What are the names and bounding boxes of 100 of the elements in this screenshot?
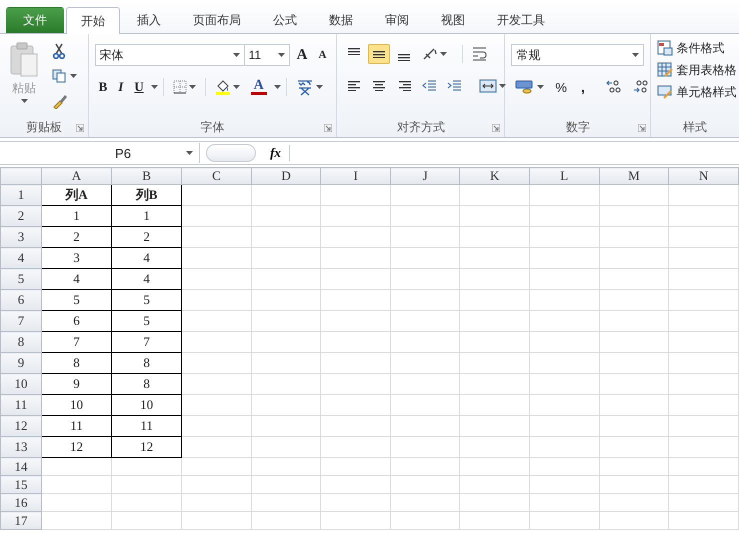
dialog-launcher-icon[interactable] [324, 124, 332, 132]
ribbon-tab[interactable]: 文件 [6, 7, 64, 33]
table-format-icon [657, 62, 674, 78]
ribbon-tab[interactable]: 页面布局 [178, 7, 256, 33]
table-cell: 2 [41, 226, 112, 248]
row-header[interactable]: 7 [0, 310, 42, 332]
dialog-launcher-icon[interactable] [638, 124, 646, 132]
ribbon-tab[interactable]: 插入 [122, 7, 176, 33]
row-header[interactable]: 4 [0, 248, 42, 268]
indent-icon [447, 79, 462, 93]
table-cell: 3 [41, 248, 112, 268]
italic-button[interactable]: I [114, 76, 128, 98]
bold-button[interactable]: B [94, 76, 112, 98]
underline-button[interactable]: U [130, 76, 148, 98]
row-header[interactable]: 10 [0, 374, 42, 394]
table-cell: 12 [112, 436, 182, 458]
money-icon [515, 79, 536, 95]
ribbon-tab[interactable]: 开始 [66, 7, 120, 34]
caret-icon [499, 84, 506, 88]
style-menu-button[interactable]: 条件格式 [657, 37, 739, 59]
row-header[interactable]: 11 [0, 394, 42, 416]
row-header[interactable]: 8 [0, 332, 42, 352]
ribbon-tab[interactable]: 审阅 [370, 7, 424, 33]
row-header[interactable]: 13 [0, 436, 42, 458]
ribbon-tab[interactable]: 公式 [258, 7, 312, 33]
row-header[interactable]: 12 [0, 416, 42, 436]
table-cell: 1 [41, 206, 112, 226]
font-name-field[interactable]: 宋体 [94, 44, 245, 66]
row-header[interactable]: 15 [0, 476, 42, 494]
name-box[interactable]: P6 [0, 143, 200, 163]
grow-font-button[interactable]: A [292, 44, 312, 66]
percent-button[interactable]: % [551, 76, 571, 98]
comma-style-button[interactable]: , [574, 78, 592, 96]
border-grid-icon [172, 80, 187, 94]
table-cell: 8 [112, 352, 182, 374]
cell-style-icon [657, 84, 674, 100]
align-lines-icon [397, 81, 412, 92]
table-cell: 7 [112, 332, 182, 352]
table-cell: 4 [112, 248, 182, 268]
group-title: 字体 [200, 118, 224, 136]
copy-icon [52, 69, 68, 83]
clipboard-icon [8, 42, 40, 78]
style-menu-button[interactable]: 套用表格格 [657, 59, 739, 81]
column-header[interactable]: I [320, 168, 390, 184]
caret-icon [20, 99, 28, 103]
column-header[interactable]: A [41, 168, 112, 184]
align-lines-icon [347, 81, 362, 92]
table-cell: 6 [41, 310, 112, 332]
dialog-launcher-icon[interactable] [76, 124, 84, 132]
caret-icon [632, 53, 640, 57]
row-header[interactable]: 5 [0, 268, 42, 290]
decrease-decimal-icon [632, 80, 649, 94]
merge-cells-icon [479, 79, 498, 93]
row-header[interactable]: 16 [0, 494, 42, 512]
ribbon-tab[interactable]: 开发工具 [482, 7, 560, 33]
table-cell: 4 [41, 268, 112, 290]
row-header[interactable]: 9 [0, 352, 42, 374]
table-cell: 8 [41, 352, 112, 374]
caret-icon [278, 53, 285, 57]
row-header[interactable]: 14 [0, 458, 42, 476]
column-header[interactable]: C [182, 168, 252, 184]
column-header[interactable]: B [112, 168, 182, 184]
caret-icon [537, 85, 544, 89]
row-header[interactable]: 6 [0, 290, 42, 310]
column-header[interactable]: K [460, 168, 530, 184]
shrink-font-button[interactable]: A [314, 46, 330, 64]
column-header[interactable]: M [599, 168, 669, 184]
row-header[interactable]: 17 [0, 512, 42, 530]
row-header[interactable]: 3 [0, 226, 42, 248]
font-color-button[interactable]: A [246, 76, 271, 98]
row-header[interactable]: 1 [0, 184, 42, 206]
column-header[interactable]: J [390, 168, 460, 184]
align-lines-icon [372, 51, 386, 58]
align-lines-icon [372, 81, 386, 92]
caret-icon [150, 85, 158, 89]
ribbon-tab[interactable]: 数据 [314, 7, 368, 33]
number-format-field[interactable]: 常规 [511, 44, 644, 66]
ribbon-tab[interactable]: 视图 [426, 7, 480, 33]
group-title: 样式 [683, 118, 708, 136]
brush-icon [52, 93, 68, 109]
style-menu-button[interactable]: 单元格样式 [657, 81, 739, 103]
caret-icon [232, 53, 240, 57]
column-header[interactable]: N [668, 168, 738, 184]
table-cell: 8 [112, 374, 182, 394]
font-size-field[interactable]: 11 [244, 44, 290, 66]
group-title: 数字 [566, 118, 590, 136]
column-header[interactable]: D [251, 168, 321, 184]
caret-icon [316, 85, 323, 89]
vertical-align-button[interactable] [368, 44, 390, 64]
paint-bucket-icon [214, 79, 231, 95]
wrap-text-icon [472, 46, 488, 62]
table-cell: 5 [41, 290, 112, 310]
dialog-launcher-icon[interactable] [492, 124, 500, 132]
table-cell: 4 [112, 268, 182, 290]
column-header[interactable]: L [529, 168, 600, 184]
conditional-format-icon [657, 40, 674, 56]
outdent-icon [422, 79, 436, 93]
caret-icon [274, 85, 281, 89]
table-cell: 11 [112, 416, 182, 436]
row-header[interactable]: 2 [0, 206, 42, 226]
